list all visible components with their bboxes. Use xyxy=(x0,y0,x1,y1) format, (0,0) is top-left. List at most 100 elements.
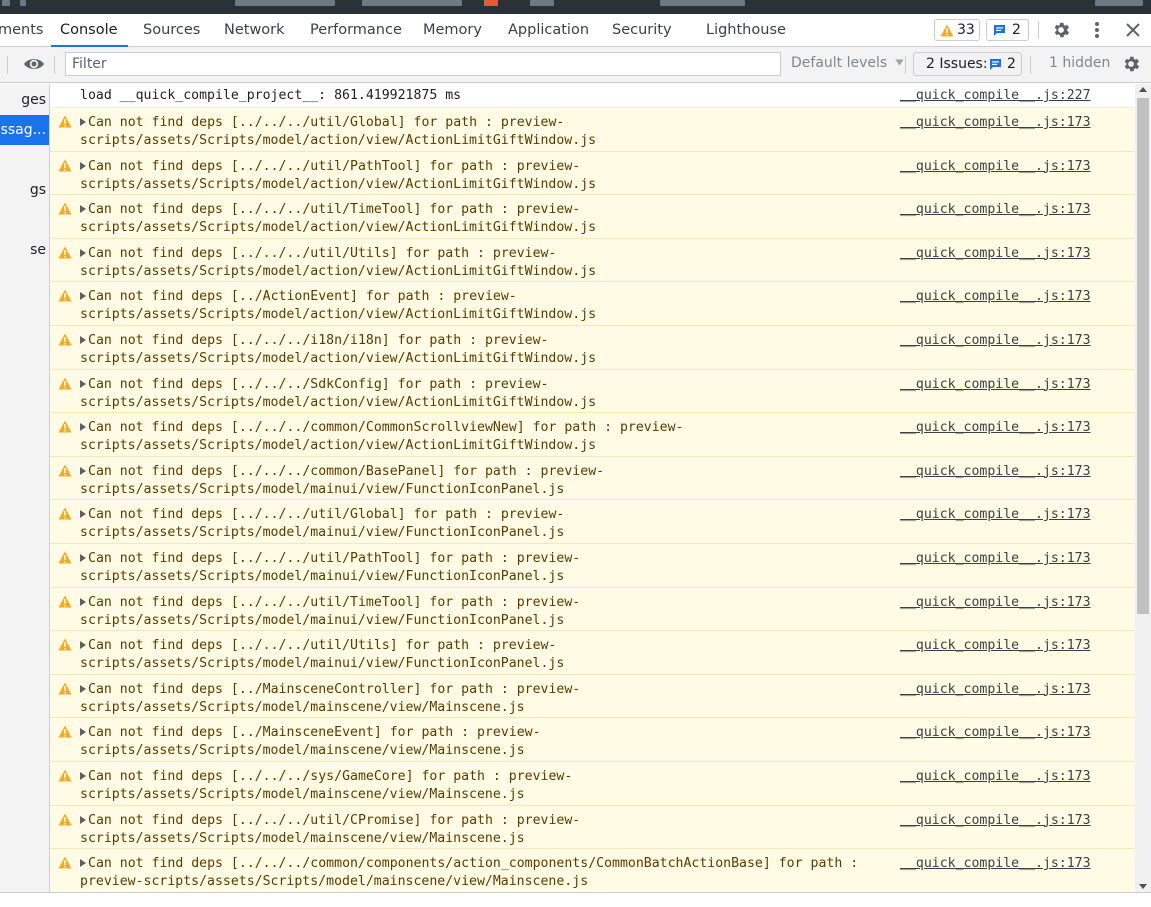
issues-button[interactable]: 2 Issues: 2 xyxy=(913,52,1022,76)
console-message-warning[interactable]: Can not find deps [../../../sys/GameCore… xyxy=(50,761,1135,806)
source-link[interactable]: __quick_compile__.js:173 xyxy=(900,158,1091,176)
tab-network[interactable]: Network xyxy=(224,14,285,46)
console-message-warning[interactable]: Can not find deps [../../../util/PathToo… xyxy=(50,543,1135,588)
console-message-warning[interactable]: Can not find deps [../../../util/Utils] … xyxy=(50,631,1135,675)
expand-triangle-icon[interactable] xyxy=(80,205,86,214)
source-link[interactable]: __quick_compile__.js:173 xyxy=(900,594,1091,612)
source-link[interactable]: __quick_compile__.js:227 xyxy=(900,87,1091,105)
expand-triangle-icon[interactable] xyxy=(80,510,86,519)
source-link[interactable]: __quick_compile__.js:173 xyxy=(900,506,1091,524)
message-line-1: Can not find deps [../ActionEvent] for p… xyxy=(88,289,517,305)
sidebar-item-user-messages[interactable]: essag... xyxy=(0,115,49,145)
source-link[interactable]: __quick_compile__.js:173 xyxy=(900,855,1091,873)
sidebar-item-messages[interactable]: ges xyxy=(0,85,49,115)
more-options-button[interactable] xyxy=(1086,19,1108,41)
sidebar-item-warnings[interactable]: gs xyxy=(0,175,49,205)
source-link[interactable]: __quick_compile__.js:173 xyxy=(900,201,1091,219)
message-line-2: scripts/assets/Scripts/model/mainui/view… xyxy=(80,525,565,541)
console-message-text: Can not find deps [../../../util/TimeToo… xyxy=(80,201,596,237)
expand-triangle-icon[interactable] xyxy=(80,466,86,475)
source-link[interactable]: __quick_compile__.js:173 xyxy=(900,681,1091,699)
live-expression-button[interactable] xyxy=(22,53,46,75)
expand-triangle-icon[interactable] xyxy=(80,815,86,824)
source-link[interactable]: __quick_compile__.js:173 xyxy=(900,376,1091,394)
tab-security[interactable]: Security xyxy=(612,14,672,46)
tab-console[interactable]: Console xyxy=(51,14,128,47)
tab-sources[interactable]: Sources xyxy=(143,14,200,46)
log-levels-dropdown[interactable]: Default levels xyxy=(791,55,904,71)
scroll-up-arrow[interactable] xyxy=(1139,87,1147,92)
message-line-2: scripts/assets/Scripts/model/action/view… xyxy=(80,350,597,366)
tab-application[interactable]: Application xyxy=(508,14,589,46)
source-link[interactable]: __quick_compile__.js:173 xyxy=(900,812,1091,830)
warning-icon xyxy=(58,551,72,564)
expand-triangle-icon[interactable] xyxy=(80,379,86,388)
tab-performance[interactable]: Performance xyxy=(310,14,402,46)
message-line-1: Can not find deps [../../../util/CPromis… xyxy=(88,812,581,828)
browser-strip-segment xyxy=(660,0,745,6)
console-message-warning[interactable]: Can not find deps [../../../util/TimeToo… xyxy=(50,195,1135,239)
warnings-count: 33 xyxy=(957,22,975,38)
expand-triangle-icon[interactable] xyxy=(80,118,86,126)
close-icon xyxy=(1126,23,1140,37)
expand-triangle-icon[interactable] xyxy=(80,292,86,301)
gear-icon xyxy=(1054,22,1070,38)
expand-triangle-icon[interactable] xyxy=(80,771,86,780)
source-link[interactable]: __quick_compile__.js:173 xyxy=(900,288,1091,306)
close-devtools-button[interactable] xyxy=(1122,19,1144,41)
expand-triangle-icon[interactable] xyxy=(80,641,86,650)
expand-triangle-icon[interactable] xyxy=(80,423,86,432)
scrollbar-thumb[interactable] xyxy=(1137,98,1149,614)
expand-triangle-icon[interactable] xyxy=(80,335,86,344)
console-message-warning[interactable]: Can not find deps [../../../common/BaseP… xyxy=(50,456,1135,501)
expand-triangle-icon[interactable] xyxy=(80,553,86,562)
console-message-warning[interactable]: Can not find deps [../../../SdkConfig] f… xyxy=(50,369,1135,414)
console-message-warning[interactable]: Can not find deps [../MainsceneEvent] fo… xyxy=(50,718,1135,762)
console-message-text: Can not find deps [../../../util/Utils] … xyxy=(80,637,564,673)
console-message-warning[interactable]: Can not find deps [../../../util/CPromis… xyxy=(50,805,1135,850)
expand-triangle-icon[interactable] xyxy=(80,597,86,606)
warning-icon xyxy=(58,638,72,651)
message-line-1: Can not find deps [../../../sys/GameCore… xyxy=(88,768,573,784)
filter-input[interactable] xyxy=(65,52,781,76)
console-message-warning[interactable]: Can not find deps [../../../util/TimeToo… xyxy=(50,587,1135,632)
console-message-warning[interactable]: Can not find deps [../../../i18n/i18n] f… xyxy=(50,325,1135,370)
console-message-warning[interactable]: Can not find deps [../../../util/Utils] … xyxy=(50,238,1135,283)
messages-counter-button[interactable]: 2 xyxy=(986,19,1029,41)
source-link[interactable]: __quick_compile__.js:173 xyxy=(900,419,1091,437)
tab-memory[interactable]: Memory xyxy=(423,14,482,46)
console-message-warning[interactable]: Can not find deps [../../../util/PathToo… xyxy=(50,151,1135,196)
console-message-warning[interactable]: Can not find deps [../../../common/Commo… xyxy=(50,413,1135,457)
expand-triangle-icon[interactable] xyxy=(80,684,86,693)
source-link[interactable]: __quick_compile__.js:173 xyxy=(900,768,1091,786)
console-settings-button[interactable] xyxy=(1120,53,1142,75)
expand-triangle-icon[interactable] xyxy=(80,161,86,170)
expand-triangle-icon[interactable] xyxy=(80,728,86,737)
message-line-1: Can not find deps [../../../util/Utils] … xyxy=(88,245,557,261)
settings-button[interactable] xyxy=(1050,19,1072,41)
message-line-1: Can not find deps [../../../common/compo… xyxy=(88,856,859,872)
source-link[interactable]: __quick_compile__.js:173 xyxy=(900,463,1091,481)
source-link[interactable]: __quick_compile__.js:173 xyxy=(900,637,1091,655)
source-link[interactable]: __quick_compile__.js:173 xyxy=(900,550,1091,568)
console-message-warning[interactable]: Can not find deps [../ActionEvent] for p… xyxy=(50,282,1135,326)
source-link[interactable]: __quick_compile__.js:173 xyxy=(900,724,1091,742)
console-message-text: Can not find deps [../../../sys/GameCore… xyxy=(80,768,572,804)
console-message-warning[interactable]: Can not find deps [../MainsceneControlle… xyxy=(50,674,1135,719)
scroll-down-arrow[interactable] xyxy=(1139,884,1147,889)
expand-triangle-icon[interactable] xyxy=(80,859,86,868)
console-message-warning[interactable]: Can not find deps [../../../common/compo… xyxy=(50,849,1135,892)
expand-triangle-icon[interactable] xyxy=(80,248,86,257)
source-link[interactable]: __quick_compile__.js:173 xyxy=(900,332,1091,350)
console-message-warning[interactable]: Can not find deps [../../../util/Global]… xyxy=(50,500,1135,544)
console-message-warning[interactable]: Can not find deps [../../../util/Global]… xyxy=(50,108,1135,152)
warnings-counter-button[interactable]: 33 xyxy=(934,19,980,41)
source-link[interactable]: __quick_compile__.js:173 xyxy=(900,245,1091,263)
tab-elements[interactable]: ments xyxy=(0,14,43,46)
console-scrollbar[interactable] xyxy=(1135,84,1151,892)
source-link[interactable]: __quick_compile__.js:173 xyxy=(900,114,1091,132)
console-message-text: Can not find deps [../../../util/PathToo… xyxy=(80,158,596,194)
tab-lighthouse[interactable]: Lighthouse xyxy=(706,14,786,46)
message-line-2: scripts/assets/Scripts/model/mainui/view… xyxy=(80,612,565,628)
sidebar-item-verbose[interactable]: se xyxy=(0,235,49,265)
